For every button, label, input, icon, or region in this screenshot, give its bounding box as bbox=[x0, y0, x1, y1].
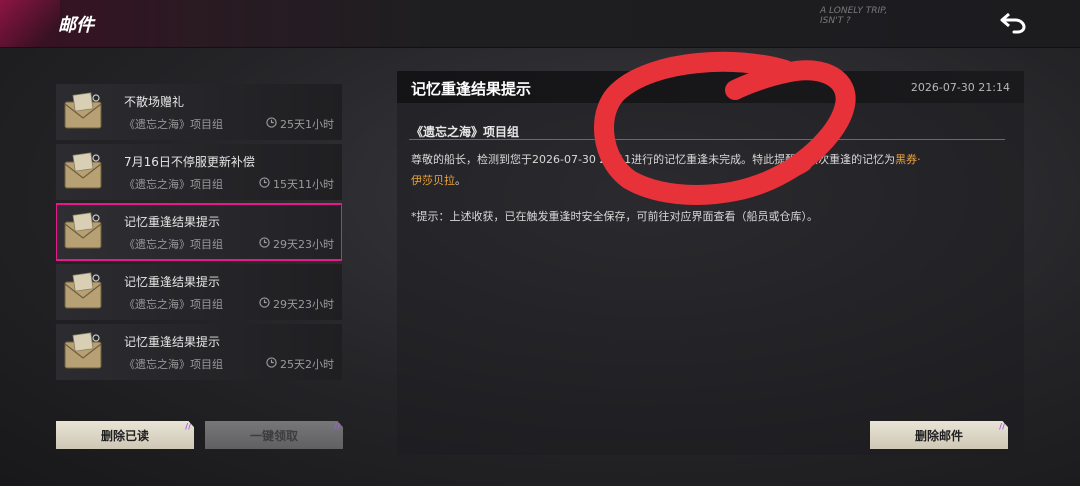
clock-icon bbox=[259, 237, 270, 251]
mail-envelope-icon bbox=[62, 330, 106, 374]
page-title: 邮件 bbox=[58, 15, 94, 36]
corner-scrawl: A LONELY TRIP, ISN'T ? bbox=[820, 6, 887, 26]
mail-envelope-icon bbox=[62, 210, 106, 254]
clock-icon bbox=[259, 297, 270, 311]
delete-read-button[interactable]: 删除已读 // bbox=[56, 421, 194, 449]
claim-all-button[interactable]: 一键领取 // bbox=[205, 421, 343, 449]
mail-item-sender: 《遗忘之海》项目组 bbox=[124, 238, 223, 251]
delete-read-label: 删除已读 bbox=[100, 428, 149, 443]
corner-scrawl-line2: ISN'T ? bbox=[820, 16, 851, 26]
mail-detail-panel: 记忆重逢结果提示 2026-07-30 21:14 《遗忘之海》项目组 尊敬的船… bbox=[397, 71, 1024, 455]
mail-item-expiry: 29天23小时 bbox=[259, 296, 334, 312]
corner-slash-icon: // bbox=[185, 422, 191, 431]
corner-slash-icon: // bbox=[999, 422, 1005, 431]
back-arrow-icon bbox=[1000, 12, 1026, 34]
mail-item-title: 不散场赠礼 bbox=[124, 95, 185, 109]
clock-icon bbox=[266, 117, 277, 131]
corner-scrawl-line1: A LONELY TRIP, bbox=[820, 6, 888, 16]
mail-envelope-icon bbox=[62, 150, 106, 194]
mail-detail-sender: 《遗忘之海》项目组 bbox=[411, 125, 520, 139]
corner-slash-icon: // bbox=[334, 422, 340, 431]
mail-item-title: 记忆重逢结果提示 bbox=[124, 275, 221, 289]
mail-item-title: 7月16日不停服更新补偿 bbox=[124, 155, 255, 169]
mail-list-item[interactable]: 记忆重逢结果提示 《遗忘之海》项目组 29天23小时 bbox=[56, 203, 342, 261]
delete-mail-button[interactable]: 删除邮件 // bbox=[870, 421, 1008, 449]
mail-list[interactable]: 不散场赠礼《遗忘之海》项目组 25天1小时 7月16日不停服更新补偿 《遗忘之海》项目… bbox=[56, 84, 342, 392]
mail-envelope-icon bbox=[62, 90, 106, 134]
back-button[interactable] bbox=[996, 8, 1030, 38]
mail-detail-note: *提示：上述收获，已在触发重逢时安全保存，可前往对应界面查看（船员或仓库）。 bbox=[411, 210, 818, 223]
mail-item-time-left: 29天23小时 bbox=[273, 238, 334, 251]
mail-item-time-left: 15天11小时 bbox=[273, 178, 334, 191]
mail-body-suffix: 。 bbox=[455, 174, 466, 187]
mail-envelope-icon bbox=[62, 270, 106, 314]
mail-item-time-left: 25天2小时 bbox=[280, 358, 334, 371]
mail-item-title: 记忆重逢结果提示 bbox=[124, 335, 221, 349]
mail-item-sender: 《遗忘之海》项目组 bbox=[124, 298, 223, 311]
mail-detail-body: 尊敬的船长，检测到您于2026-07-30 21:11进行的记忆重逢未完成。特此… bbox=[411, 149, 1011, 191]
mail-item-expiry: 29天23小时 bbox=[259, 236, 334, 252]
claim-all-label: 一键领取 bbox=[249, 428, 298, 443]
mail-item-sender: 《遗忘之海》项目组 bbox=[124, 358, 223, 371]
mail-list-item[interactable]: 不散场赠礼《遗忘之海》项目组 25天1小时 bbox=[56, 84, 342, 140]
mail-detail-date: 2026-07-30 21:14 bbox=[910, 81, 1010, 94]
mail-item-time-left: 25天1小时 bbox=[280, 118, 334, 131]
top-bar-accent bbox=[0, 0, 60, 47]
mail-item-expiry: 25天2小时 bbox=[266, 356, 334, 372]
mail-list-item[interactable]: 记忆重逢结果提示 《遗忘之海》项目组 29天23小时 bbox=[56, 264, 342, 320]
mail-body-highlight-1: 黑券· bbox=[895, 153, 921, 166]
clock-icon bbox=[266, 357, 277, 371]
mail-item-expiry: 25天1小时 bbox=[266, 116, 334, 132]
top-bar: 邮件 A LONELY TRIP, ISN'T ? bbox=[0, 0, 1080, 48]
mail-item-time-left: 29天23小时 bbox=[273, 298, 334, 311]
clock-icon bbox=[259, 177, 270, 191]
mail-body-highlight-2: 伊莎贝拉 bbox=[411, 174, 455, 187]
mail-item-sender: 《遗忘之海》项目组 bbox=[124, 118, 223, 131]
delete-mail-label: 删除邮件 bbox=[914, 428, 963, 443]
mail-item-sender: 《遗忘之海》项目组 bbox=[124, 178, 223, 191]
mail-list-item[interactable]: 记忆重逢结果提示 《遗忘之海》项目组 25天2小时 bbox=[56, 324, 342, 380]
mail-detail-header: 记忆重逢结果提示 2026-07-30 21:14 bbox=[397, 71, 1024, 103]
mail-list-item[interactable]: 7月16日不停服更新补偿 《遗忘之海》项目组 15天11小时 bbox=[56, 144, 342, 200]
mail-item-title: 记忆重逢结果提示 bbox=[124, 215, 221, 229]
mail-body-text: 尊敬的船长，检测到您于2026-07-30 21:11进行的记忆重逢未完成。特此… bbox=[411, 153, 896, 166]
divider bbox=[409, 139, 1005, 140]
mail-item-expiry: 15天11小时 bbox=[259, 176, 334, 192]
mail-detail-title: 记忆重逢结果提示 bbox=[411, 80, 532, 98]
